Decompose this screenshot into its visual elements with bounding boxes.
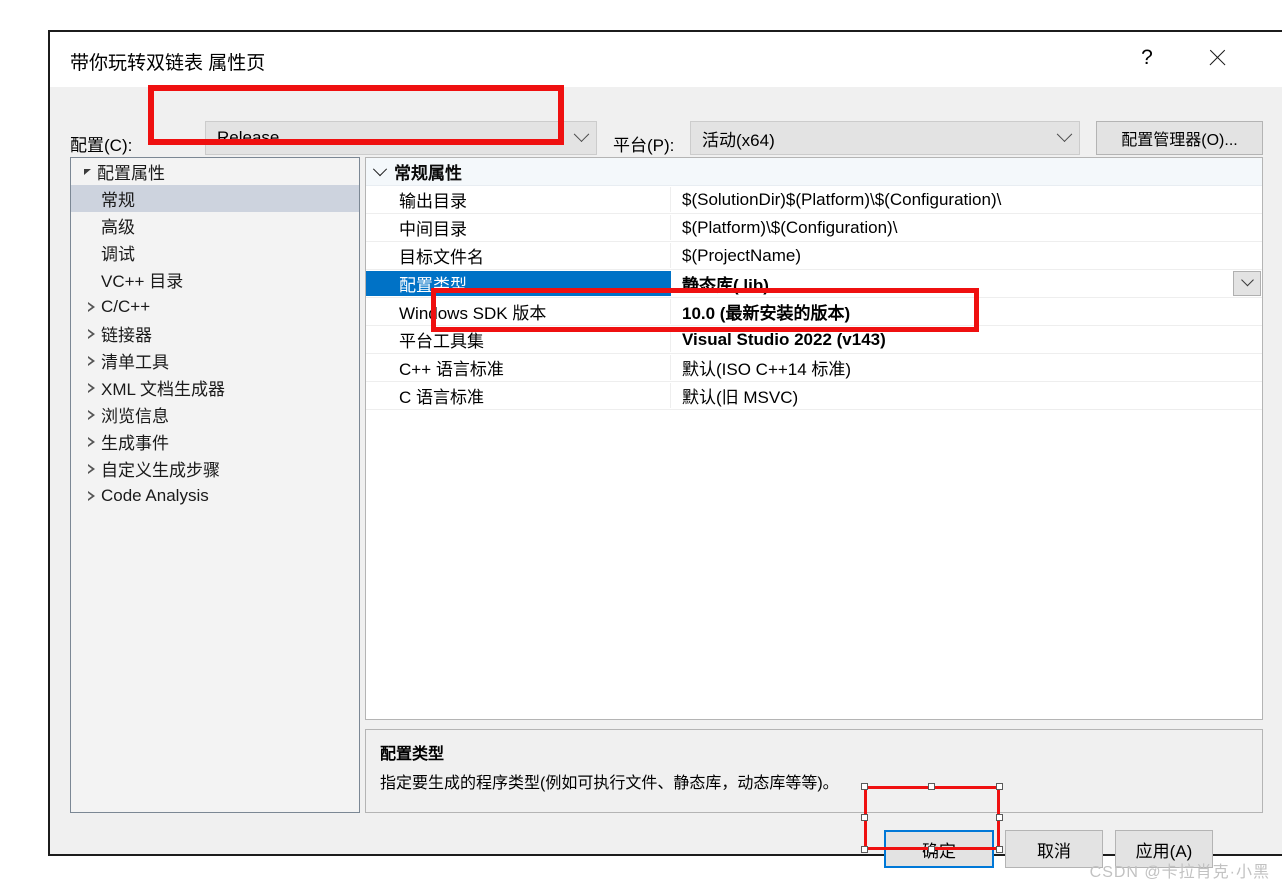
description-text: 指定要生成的程序类型(例如可执行文件、静态库，动态库等等)。	[380, 775, 839, 792]
property-name: 配置类型	[366, 271, 671, 296]
property-row[interactable]: C++ 语言标准 默认(ISO C++14 标准)	[366, 354, 1262, 382]
triangle-collapsed-icon	[81, 490, 101, 501]
tree-item-label: 链接器	[101, 326, 152, 345]
tree-item-label: VC++ 目录	[101, 272, 184, 291]
property-row[interactable]: Windows SDK 版本 10.0 (最新安装的版本)	[366, 298, 1262, 326]
property-row[interactable]: 中间目录 $(Platform)\$(Configuration)\	[366, 214, 1262, 242]
property-value[interactable]: $(SolutionDir)$(Platform)\$(Configuratio…	[671, 190, 1262, 210]
annotation-handle	[996, 783, 1003, 790]
property-row[interactable]: 目标文件名 $(ProjectName)	[366, 242, 1262, 270]
dialog-title: 带你玩转双链表 属性页	[70, 53, 266, 74]
triangle-collapsed-icon	[81, 355, 101, 366]
tree-item-10[interactable]: 生成事件	[71, 428, 359, 455]
triangle-collapsed-icon	[81, 328, 101, 339]
property-row[interactable]: 输出目录 $(SolutionDir)$(Platform)\$(Configur…	[366, 186, 1262, 214]
tree-item-label: 清单工具	[101, 353, 169, 372]
chevron-down-icon	[1049, 125, 1079, 144]
tree-item-label: 生成事件	[101, 434, 169, 453]
tree-item-label: 调试	[101, 245, 135, 264]
property-value-dropdown-button[interactable]	[1233, 271, 1261, 296]
platform-label: 平台(P):	[613, 136, 675, 155]
dialog-titlebar: 带你玩转双链表 属性页 ?	[50, 32, 1282, 87]
triangle-collapsed-icon	[81, 382, 101, 393]
annotation-handle	[861, 783, 868, 790]
tree-item-7[interactable]: 清单工具	[71, 347, 359, 374]
chevron-down-icon	[566, 125, 596, 144]
tree-item-0[interactable]: 配置属性	[71, 158, 359, 185]
property-group-header[interactable]: 常规属性	[366, 158, 1262, 186]
triangle-collapsed-icon	[81, 301, 101, 312]
triangle-expanded-icon	[77, 168, 97, 175]
annotation-handle	[928, 846, 935, 853]
property-name: 中间目录	[366, 215, 671, 240]
platform-value: 活动(x64)	[702, 130, 775, 150]
tree-item-11[interactable]: 自定义生成步骤	[71, 455, 359, 482]
watermark: CSDN @卡拉肖克·小黑	[1089, 864, 1270, 881]
configuration-manager-button[interactable]: 配置管理器(O)...	[1096, 121, 1263, 155]
chevron-down-icon	[1240, 273, 1254, 287]
property-name: C++ 语言标准	[366, 355, 671, 380]
tree-item-12[interactable]: Code Analysis	[71, 482, 359, 509]
tree-item-label: C/C++	[101, 296, 151, 316]
tree-item-label: 常规	[101, 191, 135, 210]
configuration-tree[interactable]: 配置属性常规高级调试 VC++ 目录 C/C++ 链接器清单工具 XML 文档生成器 浏览…	[70, 157, 360, 813]
property-value[interactable]: $(ProjectName)	[671, 246, 1262, 266]
property-name: C 语言标准	[366, 383, 671, 408]
property-row[interactable]: 平台工具集 Visual Studio 2022 (v143)	[366, 326, 1262, 354]
tree-item-label: Code Analysis	[101, 485, 209, 505]
triangle-collapsed-icon	[81, 409, 101, 420]
configuration-value: Release	[217, 128, 280, 147]
configuration-select[interactable]: Release	[205, 121, 597, 155]
annotation-handle	[928, 783, 935, 790]
triangle-collapsed-icon	[81, 463, 101, 474]
property-row[interactable]: C 语言标准 默认(旧 MSVC)	[366, 382, 1262, 410]
configuration-bar: 配置(C): Release 平台(P): 活动(x64) 配置管理器(O)..…	[50, 87, 1282, 165]
tree-item-6[interactable]: 链接器	[71, 320, 359, 347]
property-value[interactable]: Visual Studio 2022 (v143)	[671, 330, 1262, 350]
platform-select[interactable]: 活动(x64)	[690, 121, 1080, 155]
annotation-handle	[996, 814, 1003, 821]
close-icon	[1207, 48, 1227, 68]
tree-item-2[interactable]: 高级	[71, 212, 359, 239]
property-value[interactable]: $(Platform)\$(Configuration)\	[671, 218, 1262, 238]
property-grid[interactable]: 常规属性 输出目录 $(SolutionDir)$(Platform)\$(Con…	[365, 157, 1263, 720]
description-title: 配置类型	[380, 746, 445, 763]
property-name: 平台工具集	[366, 327, 671, 352]
tree-item-1[interactable]: 常规	[71, 185, 359, 212]
tree-item-3[interactable]: 调试	[71, 239, 359, 266]
property-pages-dialog: 带你玩转双链表 属性页 ? 配置(C): Release 平台(P): 活动(x…	[48, 30, 1282, 868]
tree-item-label: 浏览信息	[101, 407, 169, 426]
property-value[interactable]: 静态库(.lib)	[671, 271, 1262, 296]
cancel-button[interactable]: 取消	[1005, 830, 1103, 868]
property-description-pane: 配置类型 指定要生成的程序类型(例如可执行文件、静态库，动态库等等)。	[365, 729, 1263, 813]
property-value[interactable]: 默认(旧 MSVC)	[671, 383, 1262, 408]
chevron-down-icon	[366, 161, 394, 177]
property-name: 目标文件名	[366, 243, 671, 268]
property-grid-rows: 输出目录 $(SolutionDir)$(Platform)\$(Configur…	[366, 186, 1262, 410]
tree-item-label: 自定义生成步骤	[101, 461, 220, 480]
tree-item-8[interactable]: XML 文档生成器	[71, 374, 359, 401]
annotation-handle	[996, 846, 1003, 853]
ok-button[interactable]: 确定	[884, 830, 994, 868]
annotation-handle	[861, 846, 868, 853]
property-name: Windows SDK 版本	[366, 299, 671, 324]
tree-item-label: 配置属性	[97, 164, 165, 183]
annotation-handle	[861, 814, 868, 821]
configuration-label: 配置(C):	[70, 136, 133, 155]
property-name: 输出目录	[366, 187, 671, 212]
help-button[interactable]: ?	[1124, 32, 1170, 84]
tree-item-9[interactable]: 浏览信息	[71, 401, 359, 428]
tree-item-4[interactable]: VC++ 目录	[71, 266, 359, 293]
close-button[interactable]	[1194, 32, 1240, 84]
screenshot-root: 带你玩转双链表 属性页 ? 配置(C): Release 平台(P): 活动(x…	[0, 0, 1282, 888]
property-value[interactable]: 默认(ISO C++14 标准)	[671, 355, 1262, 380]
property-group-label: 常规属性	[394, 164, 462, 183]
property-value[interactable]: 10.0 (最新安装的版本)	[671, 299, 1262, 324]
tree-item-label: 高级	[101, 218, 135, 237]
property-row-selected[interactable]: 配置类型 静态库(.lib)	[366, 270, 1262, 298]
question-mark-icon: ?	[1141, 46, 1153, 69]
triangle-collapsed-icon	[81, 436, 101, 447]
tree-item-5[interactable]: C/C++	[71, 293, 359, 320]
tree-item-label: XML 文档生成器	[101, 380, 226, 399]
